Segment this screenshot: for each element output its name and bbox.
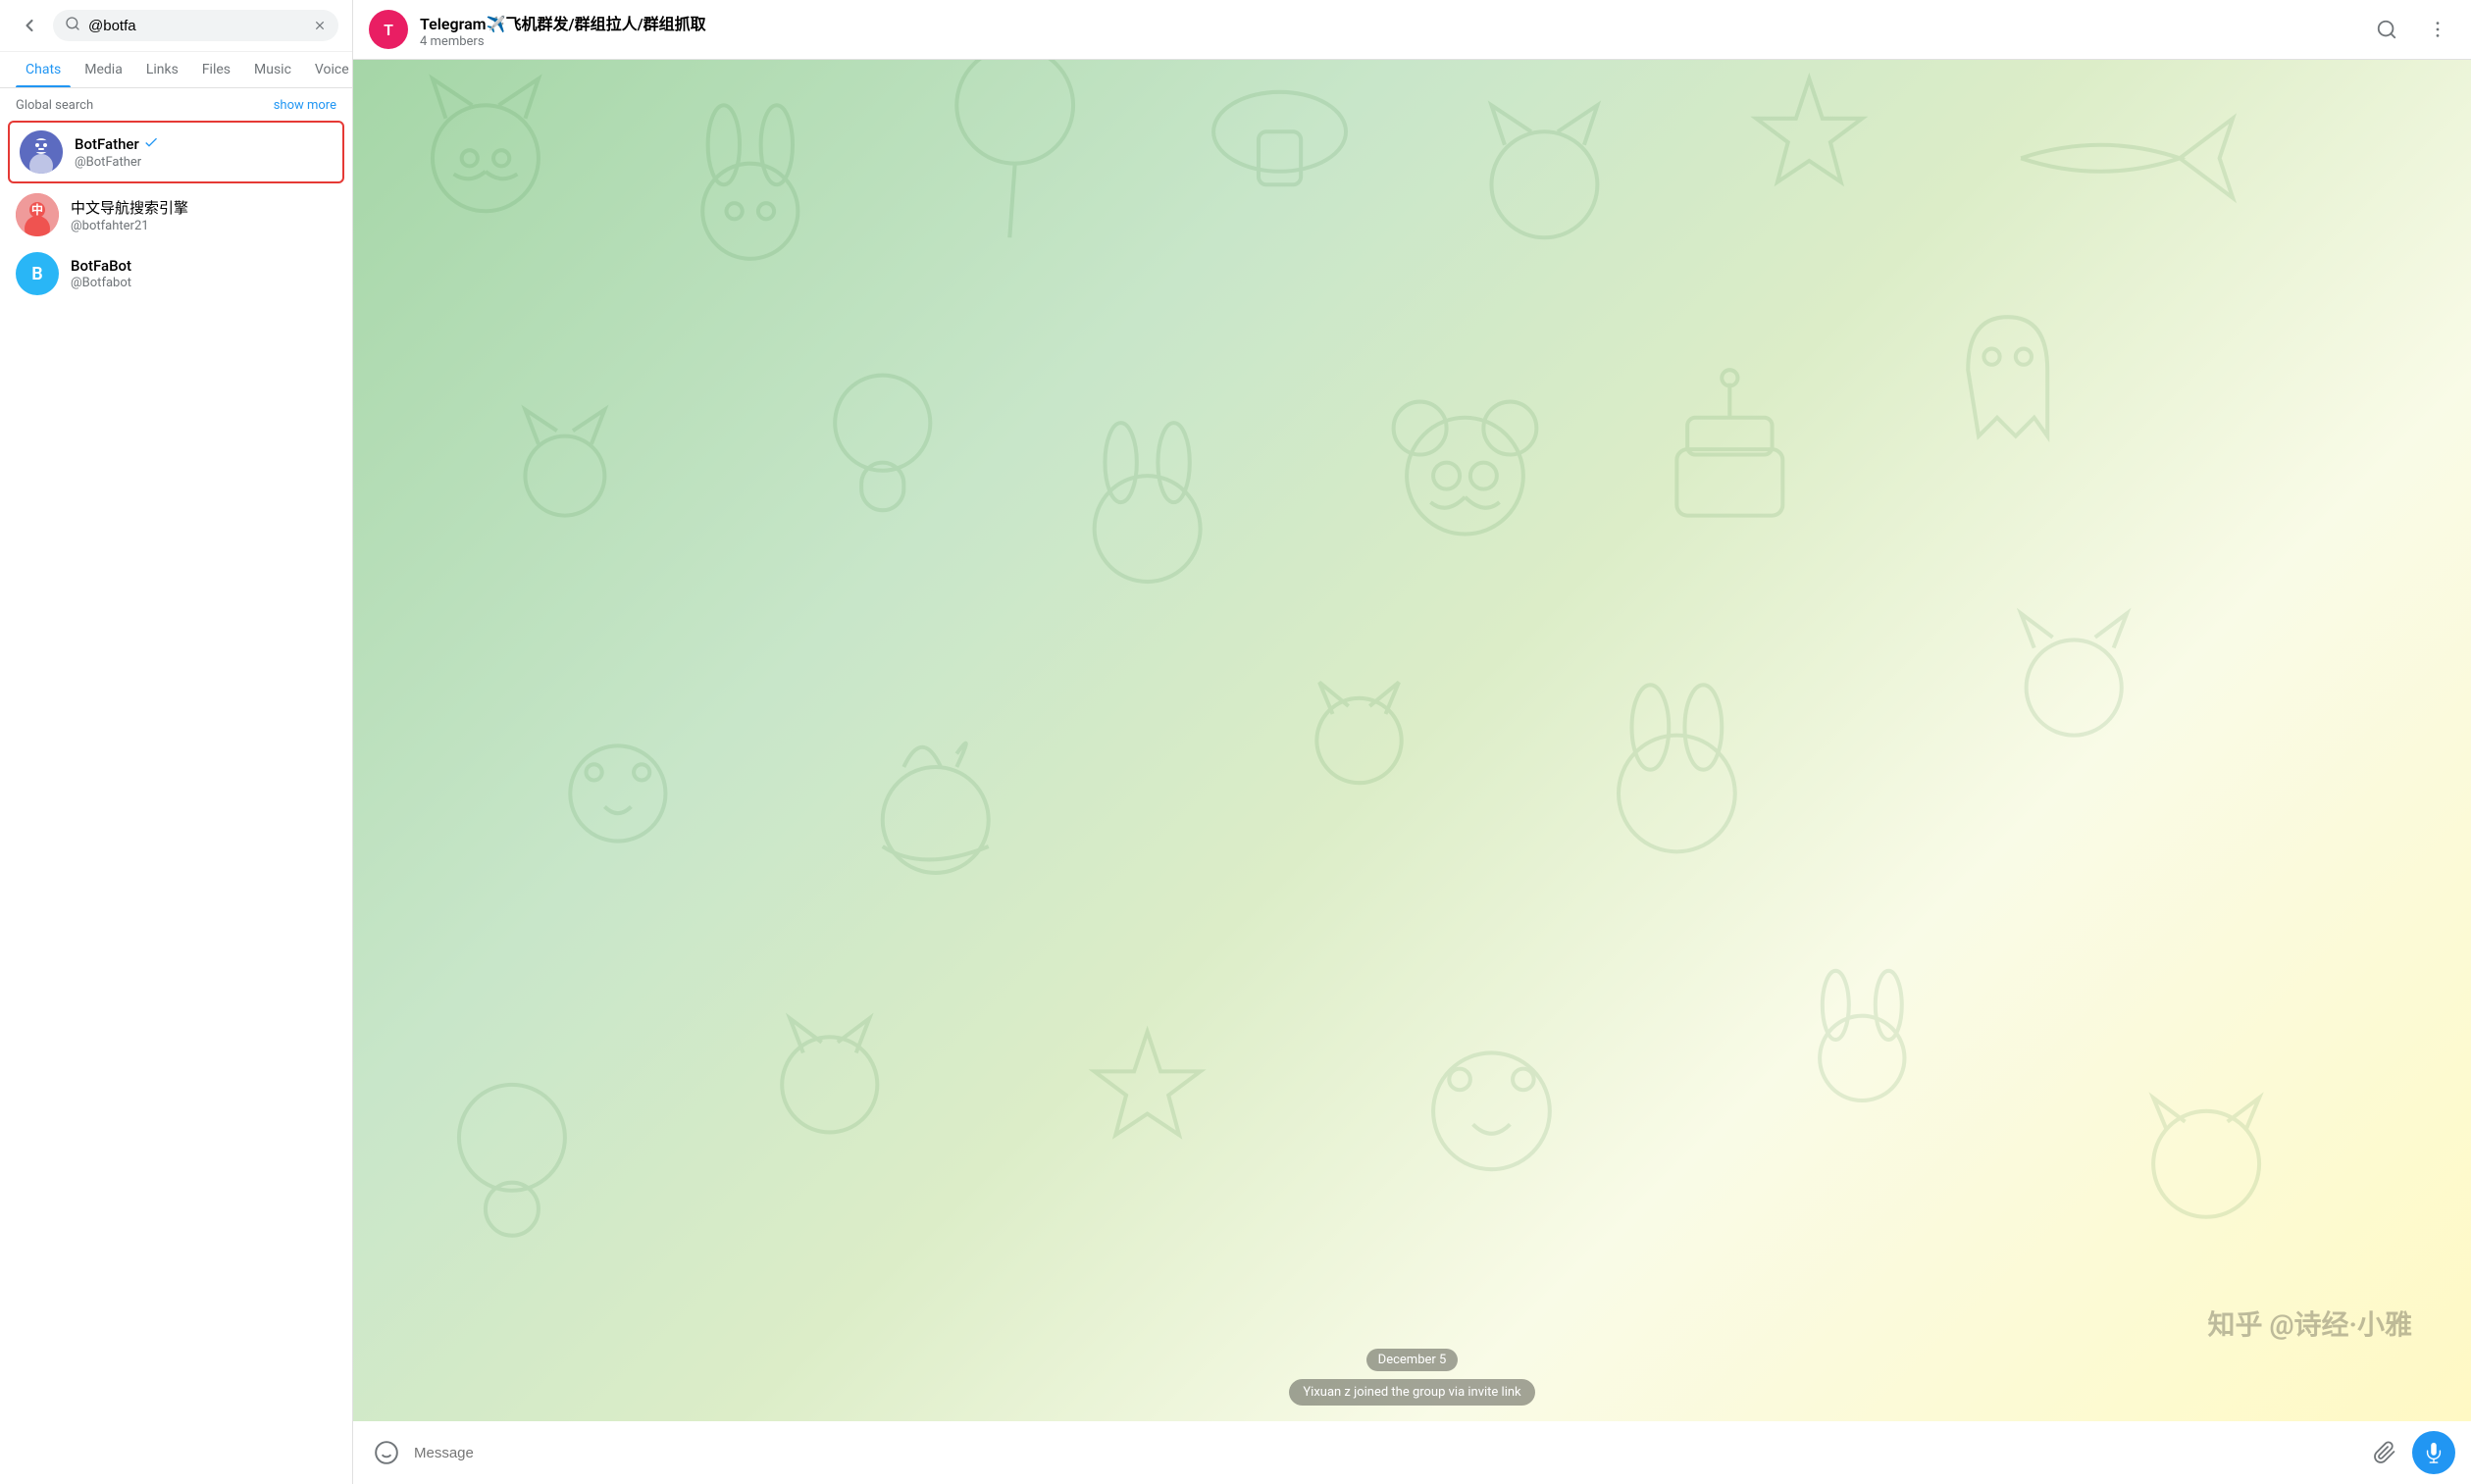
show-more-link[interactable]: show more	[274, 98, 336, 113]
input-bar	[353, 1421, 2471, 1484]
chat-header-avatar: T	[369, 10, 408, 49]
left-panel: Chats Media Links Files Music Voice Glob…	[0, 0, 353, 1484]
clear-search-button[interactable]	[313, 19, 327, 32]
system-message: Yixuan z joined the group via invite lin…	[1289, 1379, 1534, 1406]
chinese-nav-info: 中文导航搜索引擎 @botfahter21	[71, 197, 336, 233]
chat-name: Telegram✈️飞机群发/群组拉人/群组抓取	[420, 11, 2357, 34]
back-button[interactable]	[14, 10, 45, 41]
svg-text:中: 中	[31, 202, 43, 217]
tabs-bar: Chats Media Links Files Music Voice	[0, 52, 352, 88]
botfabot-name: BotFaBot	[71, 257, 336, 275]
search-result-botfather[interactable]: BotFather @BotFather	[8, 121, 344, 183]
search-input-wrapper	[53, 10, 338, 41]
message-input[interactable]	[414, 1445, 2357, 1461]
right-panel: T Telegram✈️飞机群发/群组拉人/群组抓取 4 members	[353, 0, 2471, 1484]
attach-button[interactable]	[2367, 1435, 2402, 1470]
voice-button[interactable]	[2412, 1431, 2455, 1474]
global-search-header: Global search show more	[0, 88, 352, 119]
chinese-nav-username: @botfahter21	[71, 219, 336, 233]
tab-links[interactable]: Links	[136, 52, 188, 87]
search-result-botfabot[interactable]: B BotFaBot @Botfabot	[0, 244, 352, 303]
tab-voice[interactable]: Voice	[305, 52, 359, 87]
botfather-name: BotFather	[75, 134, 333, 154]
botfather-info: BotFather @BotFather	[75, 134, 333, 170]
botfather-username: @BotFather	[75, 155, 333, 170]
search-result-chinese-nav[interactable]: 中 中文导航搜索引擎 @botfahter21	[0, 185, 352, 244]
tab-media[interactable]: Media	[75, 52, 132, 87]
date-badge: December 5	[1366, 1349, 1459, 1371]
chat-header-info: Telegram✈️飞机群发/群组拉人/群组抓取 4 members	[420, 11, 2357, 49]
chinese-nav-avatar: 中	[16, 193, 59, 236]
botfabot-info: BotFaBot @Botfabot	[71, 257, 336, 290]
search-chat-button[interactable]	[2369, 12, 2404, 47]
tab-chats[interactable]: Chats	[16, 52, 71, 87]
more-options-button[interactable]	[2420, 12, 2455, 47]
chat-members: 4 members	[420, 34, 2357, 49]
botfabot-username: @Botfabot	[71, 276, 336, 290]
tab-files[interactable]: Files	[192, 52, 240, 87]
messages-area: December 5 Yixuan z joined the group via…	[353, 60, 2471, 1421]
search-icon	[65, 16, 80, 35]
botfather-avatar	[20, 130, 63, 174]
global-search-label: Global search	[16, 98, 93, 113]
emoji-button[interactable]	[369, 1435, 404, 1470]
chat-header-actions	[2369, 12, 2455, 47]
search-bar	[0, 0, 352, 52]
chat-header: T Telegram✈️飞机群发/群组拉人/群组抓取 4 members	[353, 0, 2471, 60]
tab-music[interactable]: Music	[244, 52, 301, 87]
botfather-verified-icon	[143, 134, 159, 154]
chinese-nav-name: 中文导航搜索引擎	[71, 197, 336, 218]
botfabot-avatar: B	[16, 252, 59, 295]
chat-background: December 5 Yixuan z joined the group via…	[353, 60, 2471, 1421]
search-input[interactable]	[88, 18, 305, 34]
